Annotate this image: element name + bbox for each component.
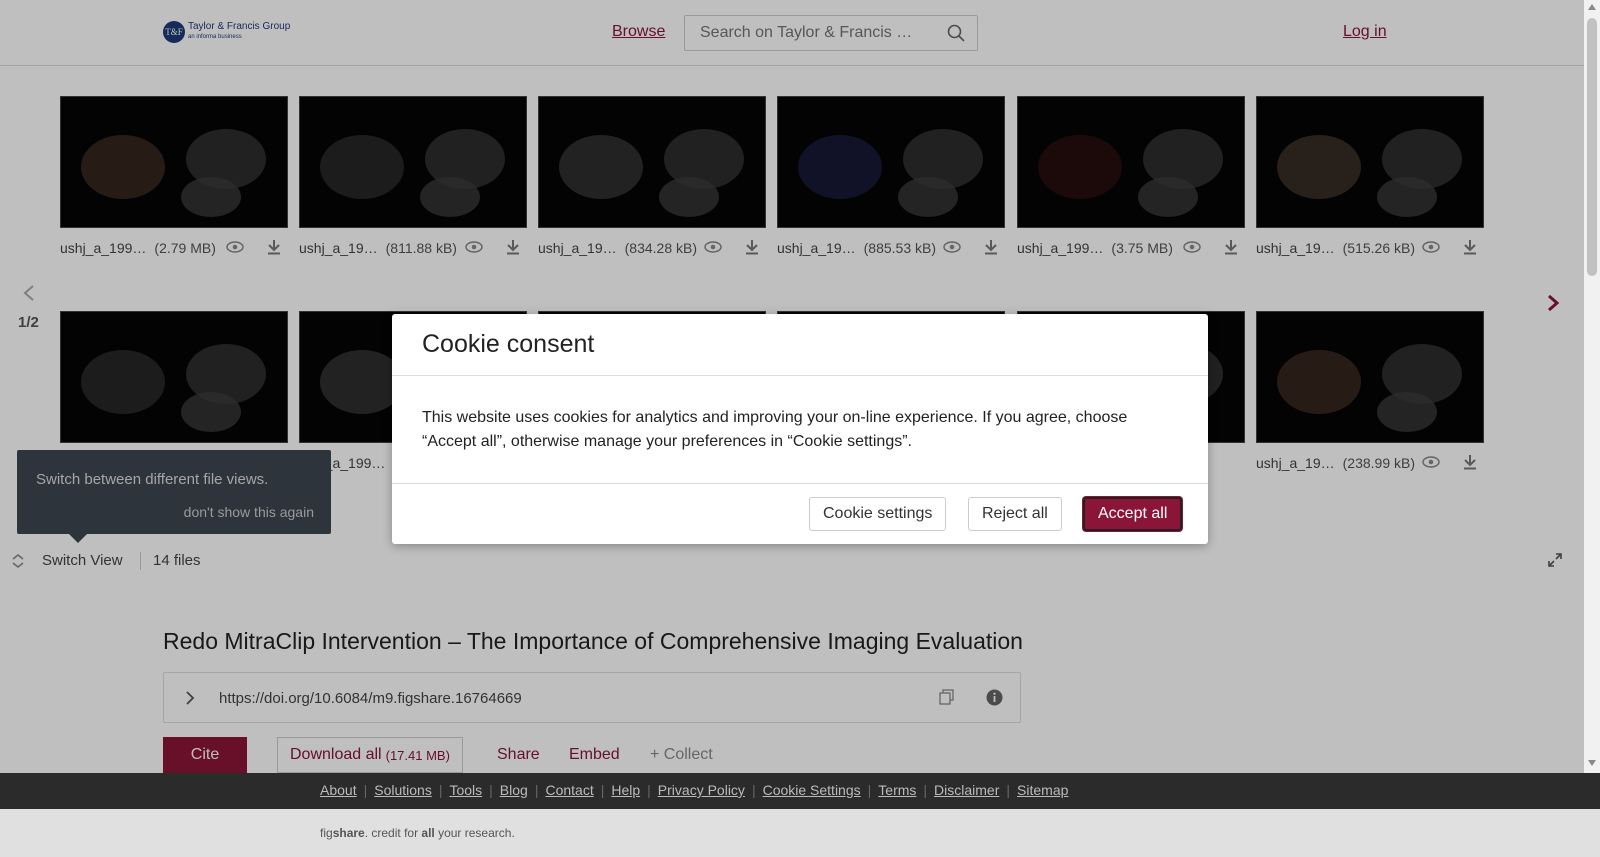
footer-separator: | xyxy=(438,782,443,798)
accept-all-button[interactable]: Accept all xyxy=(1083,497,1183,531)
tagline-end: your research. xyxy=(434,826,515,840)
modal-divider xyxy=(392,483,1208,484)
footer-separator: | xyxy=(867,782,872,798)
scroll-down-arrow-icon[interactable] xyxy=(1588,760,1596,766)
footer-link-cookie-settings[interactable]: Cookie Settings xyxy=(763,782,861,798)
footer-link-contact[interactable]: Contact xyxy=(545,782,593,798)
footer-link-terms[interactable]: Terms xyxy=(878,782,916,798)
footer-links-bar: About | Solutions | Tools | Blog | Contact | Help |… xyxy=(0,773,1600,809)
footer-link-tools[interactable]: Tools xyxy=(449,782,482,798)
cookie-consent-modal: Cookie consent This website uses cookies… xyxy=(392,314,1208,544)
footer-separator: | xyxy=(751,782,756,798)
modal-body-text: This website uses cookies for analytics … xyxy=(422,409,1128,450)
page-scrollbar[interactable] xyxy=(1584,0,1600,773)
tagline-all: all xyxy=(421,826,435,840)
footer-link-privacy-policy[interactable]: Privacy Policy xyxy=(658,782,745,798)
footer-link-help[interactable]: Help xyxy=(611,782,640,798)
footer-separator: | xyxy=(647,782,651,798)
footer-tagline-bar: figshare. credit for all your research. xyxy=(0,809,1600,857)
modal-divider xyxy=(392,375,1208,376)
footer-separator: | xyxy=(534,782,539,798)
scroll-up-arrow-icon[interactable] xyxy=(1588,4,1596,10)
reject-all-button[interactable]: Reject all xyxy=(968,497,1062,531)
footer-separator: | xyxy=(1006,782,1011,798)
tagline-mid: . credit for xyxy=(364,826,422,840)
modal-title: Cookie consent xyxy=(422,330,595,358)
footer-separator: | xyxy=(600,782,605,798)
footer-link-sitemap[interactable]: Sitemap xyxy=(1017,782,1068,798)
footer-separator: | xyxy=(489,782,493,798)
figshare-tagline: figshare. credit for all your research. xyxy=(320,826,515,840)
cookie-settings-button[interactable]: Cookie settings xyxy=(809,497,947,531)
tagline-brand-b: share xyxy=(332,826,365,840)
footer-links: About | Solutions | Tools | Blog | Contact | Help |… xyxy=(320,782,1068,798)
tagline-brand-a: fig xyxy=(320,826,333,840)
footer-separator: | xyxy=(363,782,368,798)
footer-separator: | xyxy=(923,782,928,798)
footer-link-disclaimer[interactable]: Disclaimer xyxy=(934,782,999,798)
scroll-thumb[interactable] xyxy=(1587,18,1597,276)
footer-link-solutions[interactable]: Solutions xyxy=(374,782,432,798)
footer-link-blog[interactable]: Blog xyxy=(500,782,528,798)
footer-link-about[interactable]: About xyxy=(320,782,357,798)
